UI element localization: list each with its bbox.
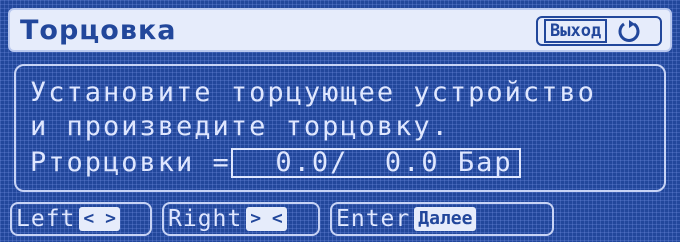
left-softkey-label: Left [16, 206, 76, 232]
expand-arrows-icon: < > [79, 207, 120, 231]
instruction-line-1: Установите торцующее устройство [30, 77, 596, 108]
return-arrow-icon [618, 20, 640, 42]
message-panel: Установите торцующее устройство и произв… [14, 64, 666, 192]
enter-softkey-label: Enter [336, 206, 411, 232]
hmi-screen: Торцовка Выход Установите торцующее устр… [0, 0, 680, 242]
left-softkey[interactable]: Left < > [10, 202, 152, 236]
collapse-arrows-icon: > < [246, 207, 287, 231]
exit-button[interactable]: Выход [536, 16, 662, 46]
right-softkey[interactable]: Right > < [162, 202, 320, 236]
exit-button-label: Выход [544, 19, 608, 43]
next-hint: Далее [414, 207, 477, 231]
right-softkey-label: Right [168, 206, 243, 232]
enter-softkey[interactable]: Enter Далее [330, 202, 554, 236]
pressure-row: Pторцовки = __0.0/__0.0 Бар [30, 148, 521, 178]
pressure-label: Pторцовки = [30, 147, 231, 178]
page-title: Торцовка [20, 15, 177, 46]
pressure-value: __0.0/__0.0 Бар [230, 148, 521, 178]
instruction-line-2: и произведите торцовку. [30, 111, 450, 142]
title-bar: Торцовка Выход [8, 8, 672, 52]
